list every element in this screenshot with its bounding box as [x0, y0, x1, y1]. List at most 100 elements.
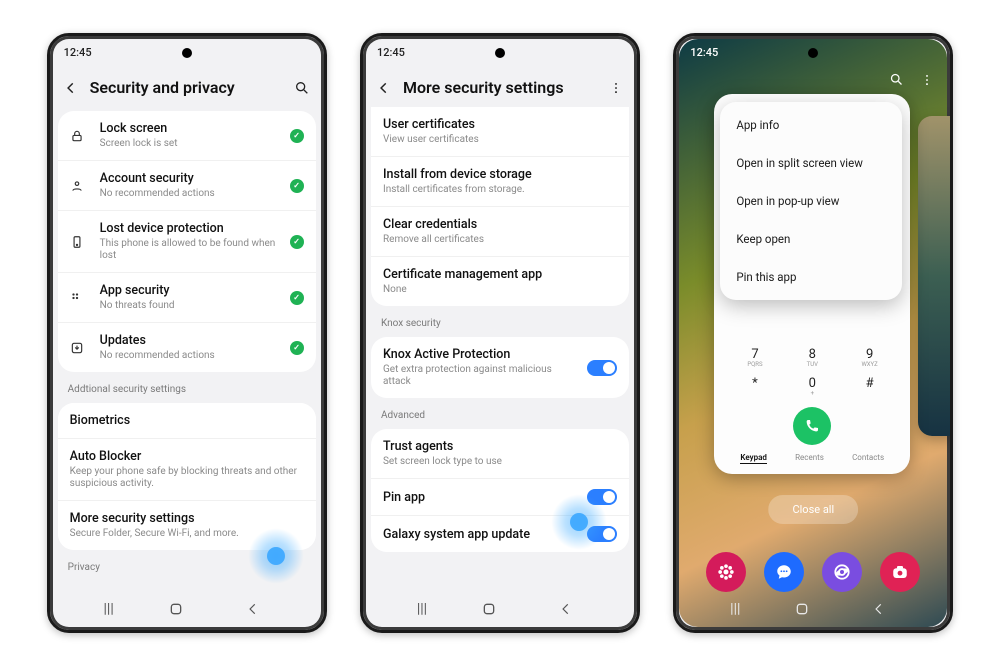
nav-home-icon[interactable] [794, 601, 832, 617]
next-recent-card[interactable] [918, 116, 953, 436]
row-sub: None [383, 284, 617, 296]
nav-home-icon[interactable] [481, 601, 519, 617]
nav-recents-icon[interactable]: ||| [716, 601, 754, 617]
android-navbar: ||| [50, 594, 324, 624]
menu-popup-view[interactable]: Open in pop-up view [720, 182, 902, 220]
app-context-menu: App info Open in split screen view Open … [720, 102, 902, 300]
row-sub: No recommended actions [100, 188, 278, 200]
row-sub: Secure Folder, Secure Wi-Fi, and more. [70, 528, 304, 540]
row-galaxy-system-update[interactable]: Galaxy system app update [371, 515, 629, 552]
dial-key-star[interactable]: * [735, 376, 775, 397]
recents-top-actions [889, 72, 934, 87]
row-label: App security [100, 283, 278, 298]
row-label: Install from device storage [383, 167, 617, 182]
advanced-list: Trust agents Set screen lock type to use… [371, 429, 629, 552]
row-label: Account security [100, 171, 278, 186]
nav-recents-icon[interactable]: ||| [403, 601, 441, 617]
nav-back-icon[interactable] [872, 602, 910, 616]
clock: 12:45 [690, 46, 718, 59]
phone-more-security: 12:45 More security settings User certif… [360, 33, 640, 633]
knox-list: Knox Active Protection Get extra protect… [371, 337, 629, 398]
row-updates[interactable]: Updates No recommended actions ✓ [58, 322, 316, 372]
more-icon[interactable] [609, 81, 623, 95]
dialer-tabs: Keypad Recents Contacts [726, 449, 898, 470]
row-auto-blocker[interactable]: Auto Blocker Keep your phone safe by blo… [58, 438, 316, 500]
nav-home-icon[interactable] [168, 601, 206, 617]
row-account-security[interactable]: Account security No recommended actions … [58, 160, 316, 210]
row-lock-screen[interactable]: Lock screen Screen lock is set ✓ [58, 111, 316, 160]
tab-keypad[interactable]: Keypad [740, 453, 767, 464]
dial-row: * 0+ # [726, 372, 898, 401]
android-navbar: ||| [676, 594, 950, 624]
dial-key-hash[interactable]: # [850, 376, 890, 397]
row-label: Certificate management app [383, 267, 617, 282]
row-more-security-settings[interactable]: More security settings Secure Folder, Se… [58, 500, 316, 550]
nav-back-icon[interactable] [246, 602, 284, 616]
dial-key-9[interactable]: 9WXYZ [850, 347, 890, 368]
security-status-list: Lock screen Screen lock is set ✓ Account… [58, 111, 316, 372]
toggle-on[interactable] [587, 526, 617, 542]
row-knox-active-protection[interactable]: Knox Active Protection Get extra protect… [371, 337, 629, 398]
dialer-keypad: 7PQRS 8TUV 9WXYZ * 0+ # Keypad Recents C… [714, 335, 910, 474]
dial-key-0[interactable]: 0+ [792, 376, 832, 397]
row-label: Updates [100, 333, 278, 348]
check-icon: ✓ [290, 235, 304, 249]
search-icon[interactable] [294, 80, 310, 96]
row-label: Trust agents [383, 439, 617, 454]
menu-app-info[interactable]: App info [720, 106, 902, 144]
dial-key-8[interactable]: 8TUV [792, 347, 832, 368]
android-navbar: ||| [363, 594, 637, 624]
page-title: Security and privacy [90, 78, 282, 97]
dial-row: 7PQRS 8TUV 9WXYZ [726, 343, 898, 372]
close-all-button[interactable]: Close all [768, 495, 858, 524]
row-label: Pin app [383, 490, 575, 505]
check-icon: ✓ [290, 341, 304, 355]
row-clear-credentials[interactable]: Clear credentials Remove all certificate… [371, 206, 629, 256]
page-title: More security settings [403, 78, 597, 97]
dock-app-gallery[interactable] [706, 552, 746, 592]
row-label: Knox Active Protection [383, 347, 575, 362]
row-app-security[interactable]: App security No threats found ✓ [58, 272, 316, 322]
row-sub: Get extra protection against malicious a… [383, 364, 575, 388]
row-label: Lost device protection [100, 221, 278, 236]
device-icon [70, 235, 88, 249]
row-biometrics[interactable]: Biometrics [58, 403, 316, 438]
menu-pin-this-app[interactable]: Pin this app [720, 258, 902, 296]
more-icon[interactable] [920, 72, 934, 87]
menu-split-screen[interactable]: Open in split screen view [720, 144, 902, 182]
back-icon[interactable] [64, 81, 78, 95]
row-sub: This phone is allowed to be found when l… [100, 238, 278, 262]
row-sub: Install certificates from storage. [383, 184, 617, 196]
additional-settings-header: Addtional security settings [50, 376, 324, 399]
toggle-on[interactable] [587, 489, 617, 505]
front-camera [495, 48, 505, 58]
header: More security settings [363, 68, 637, 107]
row-install-storage[interactable]: Install from device storage Install cert… [371, 156, 629, 206]
additional-settings-list: Biometrics Auto Blocker Keep your phone … [58, 403, 316, 550]
front-camera [182, 48, 192, 58]
tab-contacts[interactable]: Contacts [852, 453, 884, 464]
row-lost-device[interactable]: Lost device protection This phone is all… [58, 210, 316, 272]
row-label: Clear credentials [383, 217, 617, 232]
nav-back-icon[interactable] [559, 602, 597, 616]
check-icon: ✓ [290, 129, 304, 143]
nav-recents-icon[interactable]: ||| [90, 601, 128, 617]
row-pin-app[interactable]: Pin app [371, 478, 629, 515]
row-trust-agents[interactable]: Trust agents Set screen lock type to use [371, 429, 629, 478]
toggle-on[interactable] [587, 360, 617, 376]
row-cert-mgmt-app[interactable]: Certificate management app None [371, 256, 629, 306]
dial-key-7[interactable]: 7PQRS [735, 347, 775, 368]
knox-header: Knox security [363, 310, 637, 333]
row-user-certificates[interactable]: User certificates View user certificates [371, 107, 629, 156]
dock-app-internet[interactable] [822, 552, 862, 592]
call-button[interactable] [793, 407, 831, 445]
menu-keep-open[interactable]: Keep open [720, 220, 902, 258]
row-sub: View user certificates [383, 134, 617, 146]
dock-app-messages[interactable] [764, 552, 804, 592]
back-icon[interactable] [377, 81, 391, 95]
tab-recents[interactable]: Recents [795, 453, 824, 464]
search-icon[interactable] [889, 72, 904, 87]
row-label: Biometrics [70, 413, 304, 428]
dock-app-camera[interactable] [880, 552, 920, 592]
check-icon: ✓ [290, 179, 304, 193]
